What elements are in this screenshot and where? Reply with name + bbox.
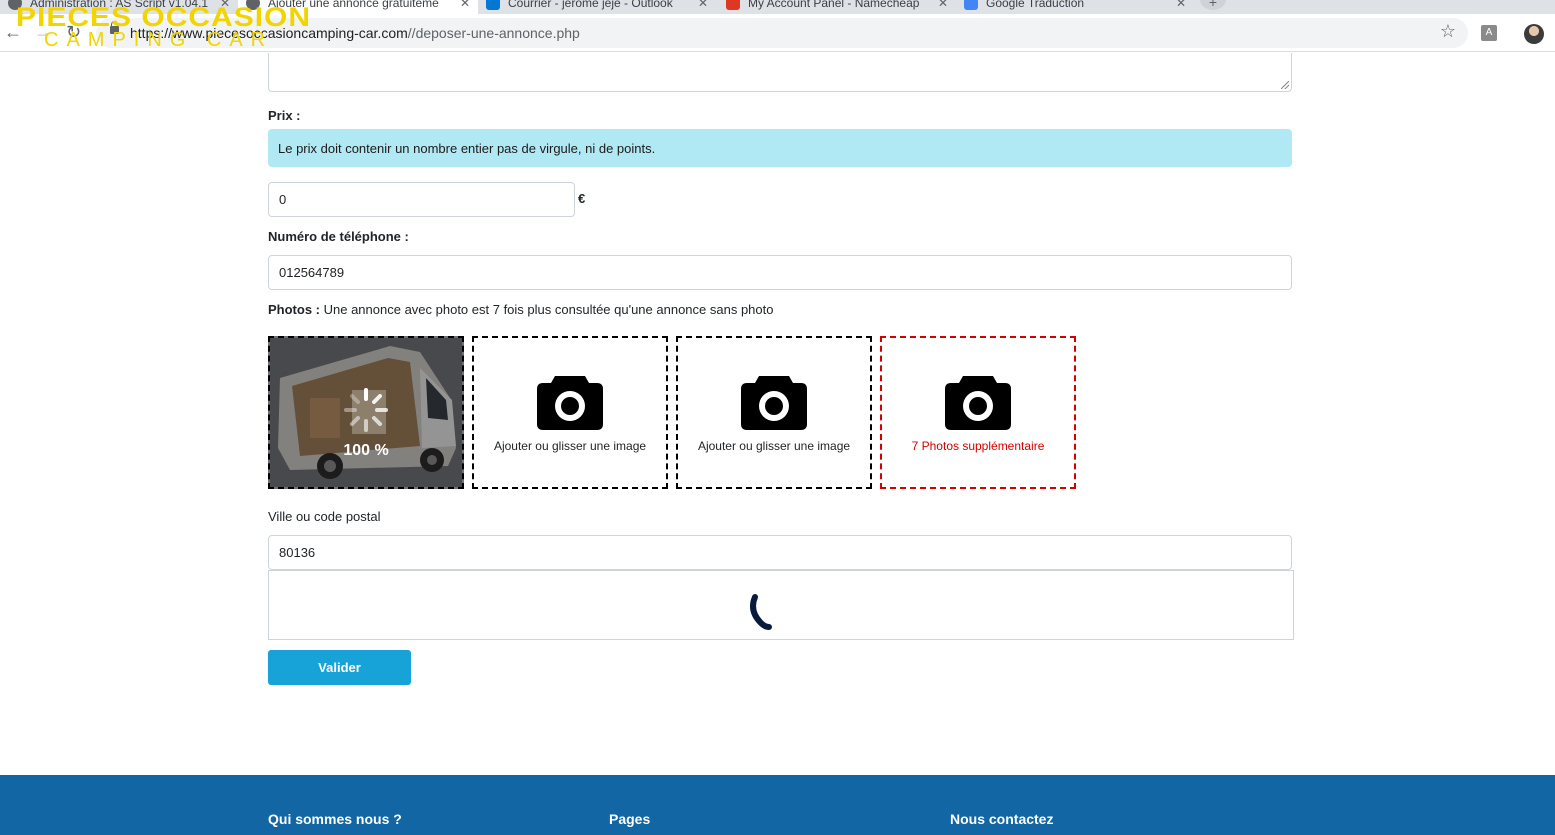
photos-hint: Une annonce avec photo est 7 fois plus c… <box>320 302 774 317</box>
currency-symbol: € <box>578 191 586 206</box>
photo-slot-caption: Ajouter ou glisser une image <box>697 439 851 453</box>
url-path: //deposer-une-annonce.php <box>407 25 580 41</box>
upload-progress-text: 100 % <box>343 442 389 459</box>
camera-icon <box>741 376 807 430</box>
photo-slot-add[interactable]: Ajouter ou glisser une image <box>472 336 668 489</box>
tab-title: Google Traduction <box>986 0 1085 10</box>
new-tab-button[interactable]: + <box>1200 0 1226 10</box>
pdf-extension-icon[interactable]: A <box>1481 25 1497 41</box>
tab-outlook[interactable]: Courrier - jerome jeje - Outlook ✕ <box>478 0 716 14</box>
tab-ajouter-annonce[interactable]: Ajouter une annonce gratuiteme ✕ <box>238 0 478 14</box>
back-icon[interactable]: ← <box>4 22 22 43</box>
tab-title: Courrier - jerome jeje - Outlook <box>508 0 673 10</box>
page-content: Prix : Le prix doit contenir un nombre e… <box>0 53 1555 835</box>
tab-close-icon[interactable]: ✕ <box>698 0 708 10</box>
lock-icon <box>110 21 119 34</box>
address-bar[interactable]: https://www.piecesoccasioncamping-car.co… <box>96 18 1468 48</box>
map-loading-box <box>268 570 1294 640</box>
url-host: https://www.piecesoccasioncamping-car.co… <box>130 25 408 41</box>
tab-favicon-icon <box>8 0 22 10</box>
description-textarea[interactable] <box>268 53 1292 92</box>
photo-slot-caption: 7 Photos supplémentaire <box>911 439 1045 453</box>
camera-icon <box>945 376 1011 430</box>
price-alert: Le prix doit contenir un nombre entier p… <box>268 129 1292 167</box>
phone-input[interactable]: 012564789 <box>268 255 1292 290</box>
browser-toolbar: ← → ↻ https://www.piecesoccasioncamping-… <box>0 14 1555 52</box>
loading-spinner-icon <box>750 594 772 630</box>
google-translate-icon <box>964 0 978 10</box>
city-label: Ville ou code postal <box>268 509 381 524</box>
photo-slot-preview[interactable]: 100 % <box>268 336 464 489</box>
price-input[interactable]: 0 <box>268 182 575 217</box>
photos-label: Photos : Une annonce avec photo est 7 fo… <box>268 302 773 317</box>
photo-slot-add[interactable]: Ajouter ou glisser une image <box>676 336 872 489</box>
submit-button[interactable]: Valider <box>268 650 411 685</box>
namecheap-icon <box>726 0 740 10</box>
site-footer: Qui sommes nous ? Pages Nous contactez <box>0 775 1555 835</box>
footer-heading-contact: Nous contactez <box>950 811 1054 827</box>
forward-icon[interactable]: → <box>34 22 52 43</box>
footer-heading-about: Qui sommes nous ? <box>268 811 402 827</box>
tab-title: My Account Panel - Namecheap <box>748 0 920 10</box>
tab-title: Administration : AS Script v1.04.1 <box>30 0 209 10</box>
url-text: https://www.piecesoccasioncamping-car.co… <box>130 25 580 41</box>
camera-icon <box>537 376 603 430</box>
outlook-icon <box>486 0 500 10</box>
tab-title: Ajouter une annonce gratuiteme <box>268 0 439 10</box>
reload-icon[interactable]: ↻ <box>66 22 81 43</box>
city-input[interactable]: 80136 <box>268 535 1292 570</box>
camper-van-image <box>270 338 462 487</box>
bookmark-star-icon[interactable]: ☆ <box>1440 21 1456 42</box>
tab-strip: Administration : AS Script v1.04.1 ✕ Ajo… <box>0 0 1555 14</box>
tab-favicon-icon <box>246 0 260 10</box>
profile-avatar[interactable] <box>1524 24 1544 44</box>
tab-close-icon[interactable]: ✕ <box>220 0 230 10</box>
tab-google-traduction[interactable]: Google Traduction ✕ <box>956 0 1194 14</box>
tab-namecheap[interactable]: My Account Panel - Namecheap ✕ <box>718 0 956 14</box>
footer-heading-pages: Pages <box>609 811 651 827</box>
price-label: Prix : <box>268 108 301 123</box>
tab-close-icon[interactable]: ✕ <box>460 0 470 10</box>
phone-label: Numéro de téléphone : <box>268 229 409 244</box>
tab-close-icon[interactable]: ✕ <box>938 0 948 10</box>
tab-administration[interactable]: Administration : AS Script v1.04.1 ✕ <box>0 0 238 14</box>
tab-close-icon[interactable]: ✕ <box>1176 0 1186 10</box>
photos-title: Photos : <box>268 302 320 317</box>
photo-slot-more[interactable]: 7 Photos supplémentaire <box>880 336 1076 489</box>
photo-slot-caption: Ajouter ou glisser une image <box>493 439 647 453</box>
